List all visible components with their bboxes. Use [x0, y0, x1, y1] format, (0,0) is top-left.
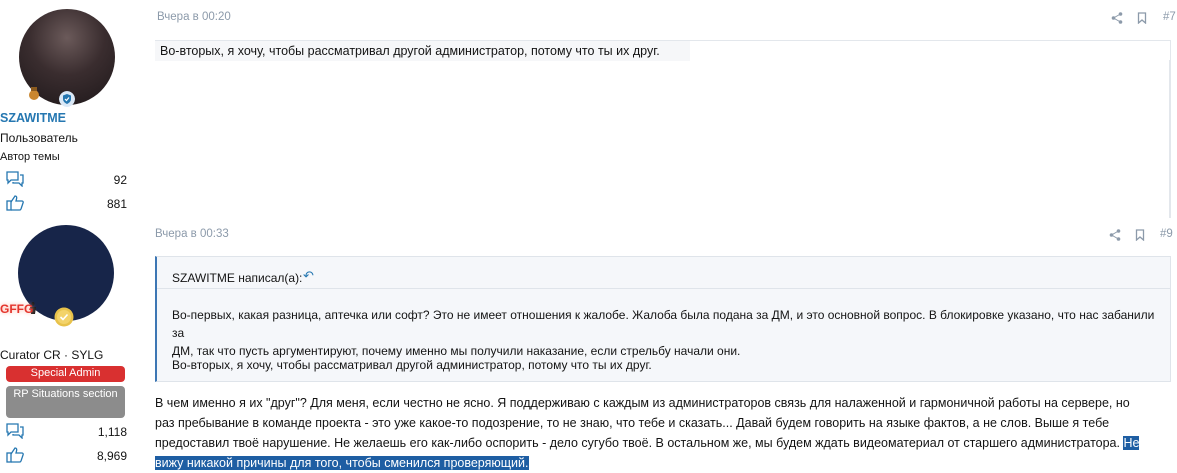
messages-stat: 1,118 — [6, 423, 127, 441]
share-icon[interactable] — [1111, 12, 1123, 24]
thumbs-up-icon — [6, 447, 24, 463]
messages-stat: 92 — [6, 171, 127, 189]
rp-situations-banner: RP Situations section — [6, 386, 125, 418]
message-text-plain: предоставил твоё нарушение. Не желаешь е… — [155, 436, 1120, 450]
quote-line: Во-первых, какая разница, аптечка или со… — [172, 308, 1155, 340]
messages-icon — [6, 423, 24, 439]
verified-shield-icon — [59, 91, 75, 107]
medal-icon — [29, 87, 39, 100]
thumbs-up-icon — [6, 195, 24, 211]
thread-author-label: Автор темы — [0, 151, 60, 163]
message-line: раз пребывание в команде проекта - это у… — [155, 416, 1110, 430]
post-7: SZAWITME Пользователь Автор темы 92 881 … — [0, 0, 1177, 218]
reactions-count: 881 — [106, 197, 127, 211]
bookmark-icon[interactable] — [1135, 229, 1145, 241]
selected-text: Не — [1123, 436, 1140, 450]
special-admin-banner: Special Admin — [6, 366, 125, 382]
post-number[interactable]: #7 — [1163, 11, 1176, 23]
reactions-count: 8,969 — [96, 449, 127, 463]
reactions-stat: 881 — [6, 195, 127, 213]
post-time[interactable]: Вчера в 00:33 — [155, 228, 229, 240]
quote-text: Во-первых, какая разница, аптечка или со… — [172, 306, 1162, 360]
quote-header: SZAWITME написал(а): ↶ — [157, 257, 1170, 289]
scrollbar[interactable] — [1169, 60, 1171, 218]
messages-count: 1,118 — [97, 425, 127, 439]
messages-count: 92 — [113, 173, 127, 187]
messages-icon — [6, 171, 24, 187]
quote-block: SZAWITME написал(а): ↶ Во-первых, какая … — [155, 256, 1171, 382]
message-text: Во-вторых, я хочу, чтобы рассматривал др… — [160, 44, 660, 58]
message-line: В чем именно я их "друг"? Для меня, если… — [155, 396, 1130, 410]
reply-arrow-icon[interactable]: ↶ — [303, 268, 314, 284]
message-line: вижу никакой причины для того, чтобы сме… — [155, 453, 1171, 473]
user-title: Curator CR · SYLG — [0, 348, 104, 362]
bookmark-icon[interactable] — [1137, 12, 1147, 24]
message-line: предоставил твоё нарушение. Не желаешь е… — [155, 433, 1171, 453]
user-title: Пользователь — [0, 131, 78, 145]
post-number[interactable]: #9 — [1160, 228, 1173, 240]
message-text: В чем именно я их "друг"? Для меня, если… — [155, 393, 1171, 473]
quote-author[interactable]: SZAWITME написал(а): — [172, 271, 302, 285]
username[interactable]: SZAWITME — [0, 111, 134, 125]
share-icon[interactable] — [1109, 229, 1121, 241]
selected-text: вижу никакой причины для того, чтобы сме… — [155, 456, 529, 470]
quote-text: Во-вторых, я хочу, чтобы рассматривал др… — [172, 358, 652, 372]
message-box — [155, 40, 1171, 218]
post-9: GFFG Curator CR · SYLG Special Admin RP … — [0, 218, 1177, 472]
username[interactable]: GFFG — [0, 302, 134, 316]
post-time[interactable]: Вчера в 00:20 — [157, 11, 231, 23]
reactions-stat: 8,969 — [6, 447, 127, 465]
